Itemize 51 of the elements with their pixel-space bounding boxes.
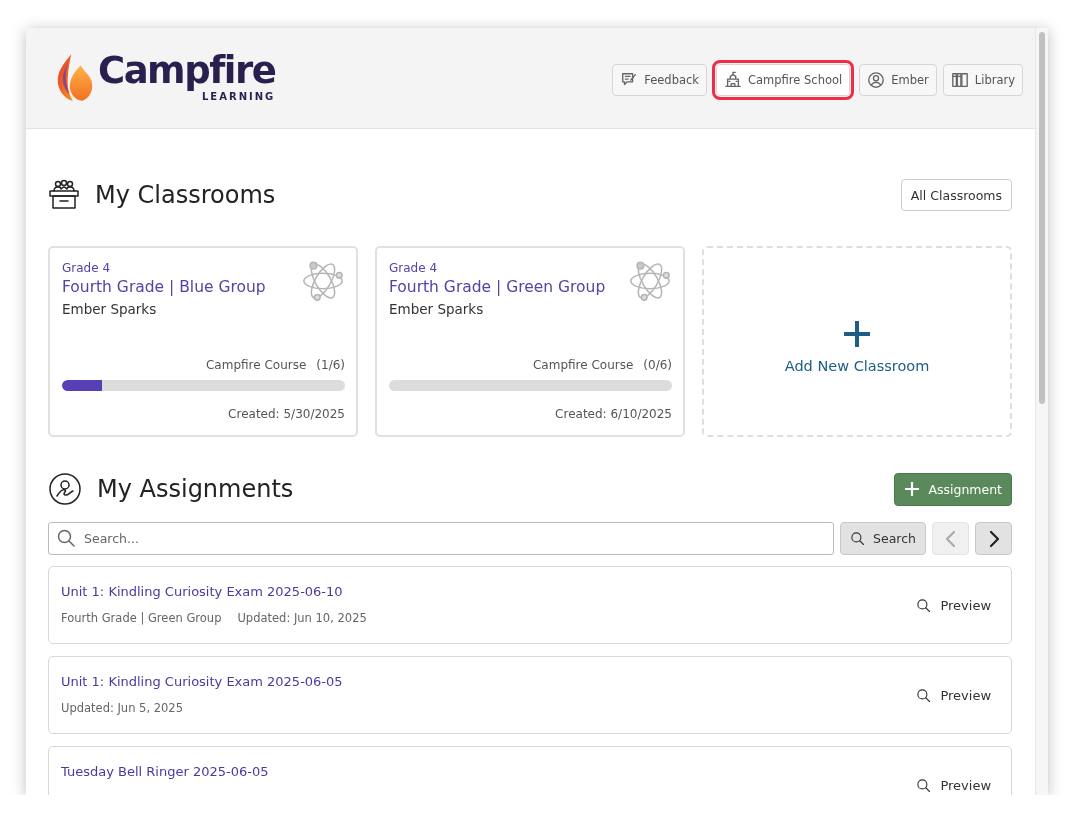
- school-building-icon: [724, 71, 742, 89]
- search-field[interactable]: Search...: [48, 522, 835, 555]
- classroom-card[interactable]: Grade 4 Fourth Grade | Green Group Ember Sparks Campfire Course (0/6) Created: 6/10/2025: [375, 246, 685, 437]
- person-signature-icon: [48, 472, 82, 506]
- classroom-card[interactable]: Grade 4 Fourth Grade | Blue Group Ember Sparks Campfire Course (1/6) Created: 5/30/2025: [48, 246, 358, 437]
- assignment-meta: Updated: Jun 5, 2025: [61, 701, 183, 715]
- teacher-name: Ember Sparks: [62, 301, 158, 317]
- classroom-name-link[interactable]: Fourth Grade | Blue Group: [62, 278, 266, 296]
- search-icon: [916, 777, 932, 793]
- plus-icon: [843, 319, 871, 348]
- search-button[interactable]: Search: [840, 522, 926, 555]
- all-classrooms-button[interactable]: All Classrooms: [900, 179, 1012, 211]
- preview-button[interactable]: Preview: [916, 687, 991, 703]
- teacher-name: Ember Sparks: [389, 301, 485, 317]
- assignment-title-link[interactable]: Unit 1: Kindling Curiosity Exam 2025-06-10: [61, 584, 367, 599]
- nav-button[interactable]: Ember: [859, 64, 937, 96]
- progress-count: (1/6): [316, 358, 345, 372]
- nav-button[interactable]: Feedback: [612, 64, 707, 96]
- section-title: My Assignments: [97, 475, 294, 503]
- course-name: Campfire Course: [532, 358, 634, 372]
- classroom-name-link[interactable]: Fourth Grade | Green Group: [389, 278, 606, 296]
- add-classroom-card[interactable]: Add New Classroom: [702, 246, 1012, 437]
- search-icon: [916, 687, 932, 703]
- logo-wordmark: Campfire: [98, 51, 276, 91]
- add-assignment-button[interactable]: Assignment: [894, 472, 1012, 506]
- user-circle-icon: [867, 71, 886, 89]
- preview-button[interactable]: Preview: [916, 597, 991, 613]
- course-name: Campfire Course: [205, 358, 307, 372]
- books-icon: [950, 71, 969, 89]
- grade-label: Grade 4: [62, 261, 112, 275]
- created-date: Created: 6/10/2025: [554, 407, 672, 421]
- progress-count: (0/6): [643, 358, 672, 372]
- search-icon: [850, 531, 866, 546]
- plus-icon: [905, 482, 920, 496]
- logo-tagline: LEARNING: [202, 91, 276, 103]
- assignment-title-link[interactable]: Tuesday Bell Ringer 2025-06-05: [61, 764, 269, 779]
- next-page-button[interactable]: [975, 522, 1012, 555]
- scrollbar[interactable]: [1035, 28, 1048, 795]
- assignment-meta: Updated: Jun 10, 2025: [237, 611, 367, 625]
- created-date: Created: 5/30/2025: [227, 407, 345, 421]
- nav-button[interactable]: Library: [942, 64, 1023, 96]
- grade-label: Grade 4: [389, 261, 439, 275]
- search-icon: [56, 528, 76, 548]
- assignment-title-link[interactable]: Unit 1: Kindling Curiosity Exam 2025-06-05: [61, 674, 343, 689]
- add-classroom-label: Add New Classroom: [784, 357, 930, 374]
- flame-logo-icon: [56, 52, 94, 102]
- assignment-meta: Fourth Grade | Green Group: [61, 611, 222, 625]
- preview-button[interactable]: Preview: [916, 777, 991, 793]
- section-title: My Classrooms: [95, 181, 276, 209]
- search-icon: [916, 597, 932, 613]
- classroom-desk-icon: [48, 179, 80, 211]
